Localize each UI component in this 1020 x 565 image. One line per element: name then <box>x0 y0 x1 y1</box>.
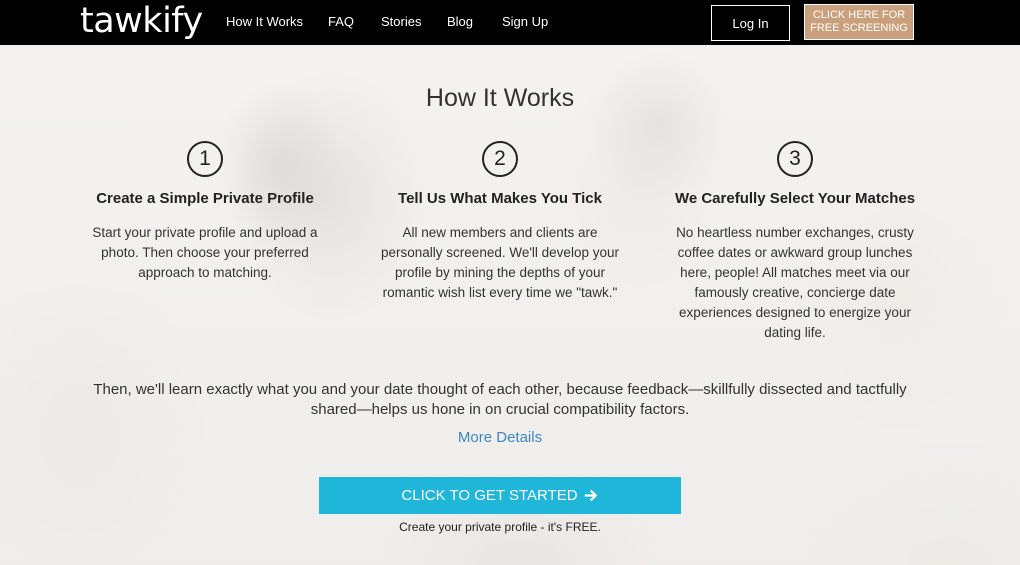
get-started-button[interactable]: CLICK TO GET STARTED <box>319 477 681 514</box>
top-nav: tawkify How It Works FAQ Stories Blog Si… <box>0 0 1020 45</box>
login-button[interactable]: Log In <box>711 5 790 41</box>
free-profile-note: Create your private profile - it's FREE. <box>399 520 601 534</box>
nav-stories[interactable]: Stories <box>381 14 421 29</box>
how-it-works-section: How It Works 1 Create a Simple Private P… <box>0 45 1020 565</box>
feedback-summary: Then, we'll learn exactly what you and y… <box>93 381 907 418</box>
get-started-label: CLICK TO GET STARTED <box>401 487 578 504</box>
step-3: 3 We Carefully Select Your Matches No he… <box>665 141 925 343</box>
step-title-1: Create a Simple Private Profile <box>96 190 314 207</box>
more-details-link[interactable]: More Details <box>0 429 1000 446</box>
nav-blog[interactable]: Blog <box>447 14 473 29</box>
step-number-2: 2 <box>482 141 518 177</box>
step-text-3: No heartless number exchanges, crusty co… <box>676 225 914 340</box>
step-title-3: We Carefully Select Your Matches <box>674 190 916 207</box>
step-title-2: Tell Us What Makes You Tick <box>398 190 602 207</box>
free-screening-button[interactable]: CLICK HERE FOR FREE SCREENING <box>804 4 914 40</box>
step-1: 1 Create a Simple Private Profile Start … <box>75 141 335 283</box>
screening-line-2: FREE SCREENING <box>810 22 908 34</box>
arrow-right-icon <box>584 489 597 502</box>
nav-faq[interactable]: FAQ <box>328 14 354 29</box>
step-text-1: Start your private profile and upload a … <box>92 225 318 280</box>
step-number-1: 1 <box>187 141 223 177</box>
step-number-3: 3 <box>777 141 813 177</box>
step-2: 2 Tell Us What Makes You Tick All new me… <box>370 141 630 303</box>
nav-sign-up[interactable]: Sign Up <box>502 14 548 29</box>
nav-how-it-works[interactable]: How It Works <box>226 14 303 29</box>
step-text-2: All new members and clients are personal… <box>381 225 619 300</box>
tawkify-logo[interactable]: tawkify <box>80 0 203 42</box>
page-title: How It Works <box>425 84 575 112</box>
screening-line-1: CLICK HERE FOR <box>812 9 906 21</box>
